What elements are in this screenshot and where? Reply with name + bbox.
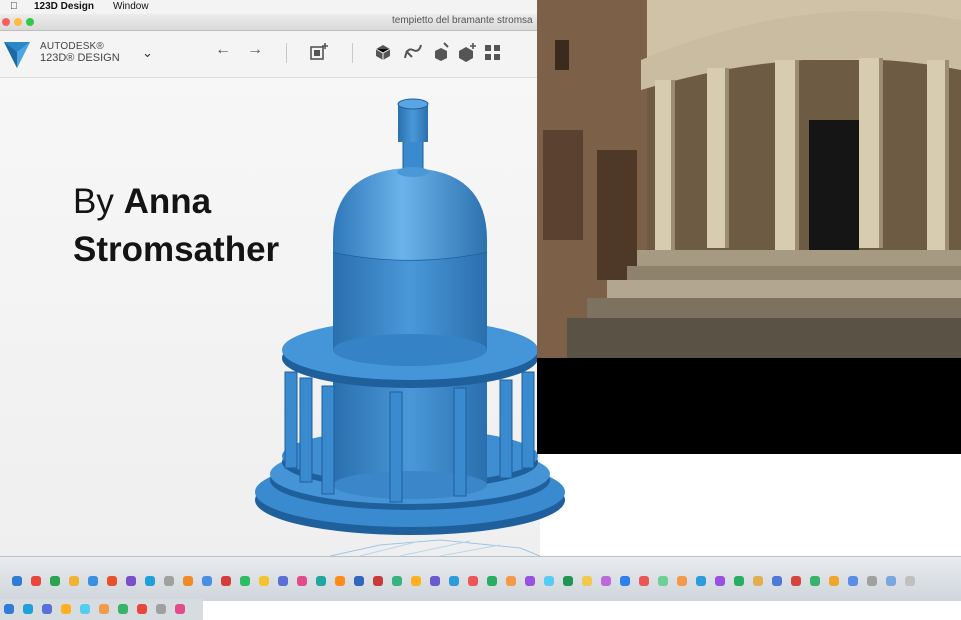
dock-app-icon[interactable] [791, 576, 801, 586]
dock-app-icon[interactable] [107, 576, 117, 586]
dock-app-icon[interactable] [658, 576, 668, 586]
dock-app-icon[interactable] [696, 576, 706, 586]
dock-app-icon[interactable] [316, 576, 326, 586]
dock-app-icon[interactable] [42, 604, 52, 614]
dock-app-icon[interactable] [88, 576, 98, 586]
dock-app-icon[interactable] [202, 576, 212, 586]
dock-app-icon[interactable] [677, 576, 687, 586]
dock-app-icon[interactable] [620, 576, 630, 586]
dock-app-icon[interactable] [449, 576, 459, 586]
dock-app-icon[interactable] [80, 604, 90, 614]
dock-app-icon[interactable] [175, 604, 185, 614]
dock-app-icon[interactable] [183, 576, 193, 586]
dock-app-icon[interactable] [50, 576, 60, 586]
dock-app-icon[interactable] [563, 576, 573, 586]
dock-app-icon[interactable] [411, 576, 421, 586]
dock-app-icon[interactable] [240, 576, 250, 586]
dock-app-icon[interactable] [601, 576, 611, 586]
dock-app-icon[interactable] [525, 576, 535, 586]
dock-app-icon[interactable] [23, 604, 33, 614]
tempietto-reference-photo [537, 0, 961, 454]
dock-app-icon[interactable] [99, 604, 109, 614]
author-caption: By Anna Stromsather [73, 178, 279, 274]
dock-app-icon[interactable] [259, 576, 269, 586]
dock-app-icon[interactable] [753, 576, 763, 586]
dock-app-icon[interactable] [31, 576, 41, 586]
dock-app-icon[interactable] [506, 576, 516, 586]
dock-app-icon[interactable] [734, 576, 744, 586]
dock-app-icon[interactable] [829, 576, 839, 586]
dock-app-icon[interactable] [137, 604, 147, 614]
caption-last-name: Stromsather [73, 230, 280, 269]
dock-app-icon[interactable] [867, 576, 877, 586]
dock-app-icon[interactable] [373, 576, 383, 586]
dock-app-icon[interactable] [468, 576, 478, 586]
dock-app-icon[interactable] [69, 576, 79, 586]
dock-app-icon[interactable] [810, 576, 820, 586]
dock-app-icon[interactable] [297, 576, 307, 586]
dock-app-icon[interactable] [544, 576, 554, 586]
dock-app-icon[interactable] [12, 576, 22, 586]
caption-first-name: Anna [123, 182, 212, 221]
dock-app-icon[interactable] [354, 576, 364, 586]
dock-app-icon[interactable] [4, 604, 14, 614]
dock-app-icon[interactable] [156, 604, 166, 614]
dock-app-icon[interactable] [886, 576, 896, 586]
dock-app-icon[interactable] [335, 576, 345, 586]
caption-by: By [73, 182, 114, 221]
dock-app-icon[interactable] [221, 576, 231, 586]
dock-app-icon[interactable] [639, 576, 649, 586]
dock-app-icon[interactable] [392, 576, 402, 586]
dock-app-icon[interactable] [582, 576, 592, 586]
screenshot-stage:  123D Design Window tempietto del brama… [0, 0, 961, 620]
dock-app-icon[interactable] [487, 576, 497, 586]
dock-app-icon[interactable] [118, 604, 128, 614]
dock-app-icon[interactable] [715, 576, 725, 586]
dock-app-icon[interactable] [164, 576, 174, 586]
dock-app-icon[interactable] [430, 576, 440, 586]
dock-app-icon[interactable] [278, 576, 288, 586]
dock-app-icon[interactable] [905, 576, 915, 586]
dock-app-icon[interactable] [145, 576, 155, 586]
dock-app-icon[interactable] [848, 576, 858, 586]
dock-app-icon[interactable] [126, 576, 136, 586]
dock-app-icon[interactable] [61, 604, 71, 614]
dock-app-icon[interactable] [772, 576, 782, 586]
